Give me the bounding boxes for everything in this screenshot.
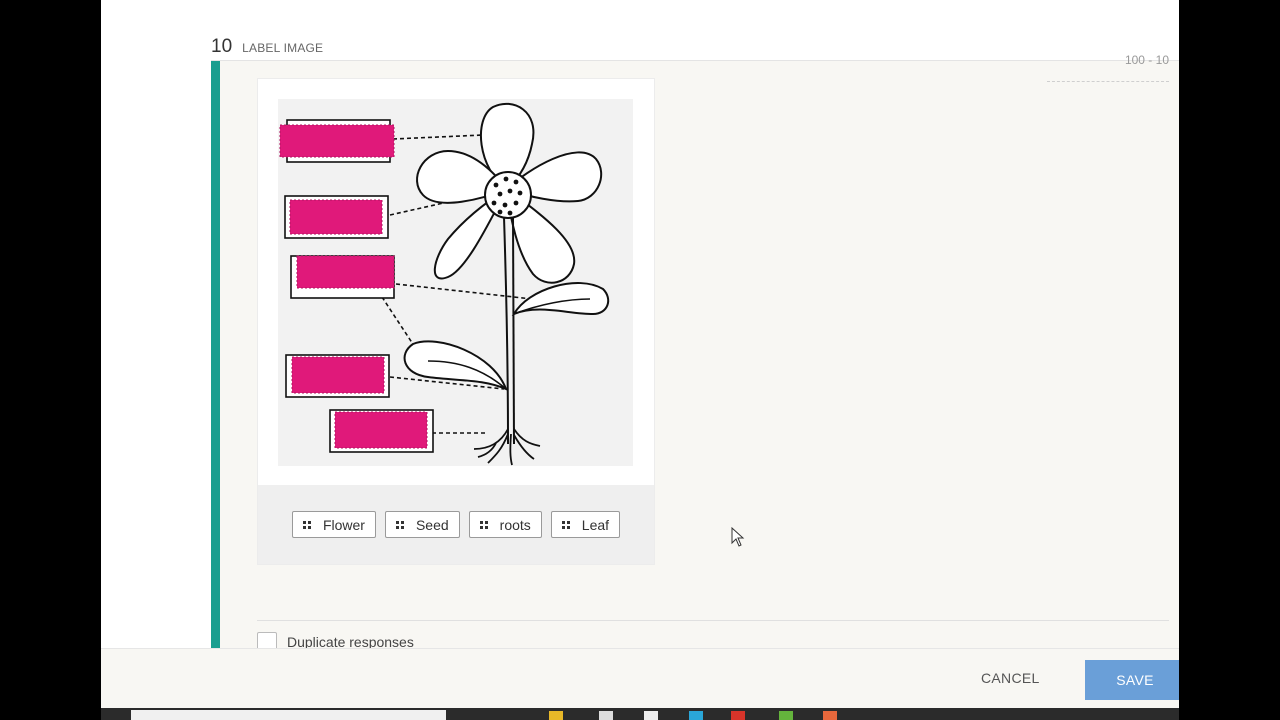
drop-zone-2[interactable] [290, 200, 382, 234]
app-icon[interactable] [599, 711, 613, 720]
os-taskbar [101, 708, 1179, 720]
editor-footer: CANCEL SAVE [101, 648, 1179, 708]
response-label: Flower [322, 516, 365, 533]
drop-zone-4[interactable] [292, 357, 384, 393]
file-explorer-icon[interactable] [549, 711, 563, 720]
accent-bar [211, 61, 220, 648]
response-chip-flower[interactable]: Flower [291, 511, 376, 538]
edge-icon[interactable] [689, 711, 703, 720]
drop-zone-5[interactable] [335, 412, 427, 448]
response-chip-roots[interactable]: roots [468, 511, 542, 538]
drag-handle-icon [479, 520, 488, 529]
question-number: 10 [211, 36, 233, 57]
cancel-button[interactable]: CANCEL [981, 670, 1040, 686]
options-divider [257, 620, 1169, 621]
question-editor: 10 LABEL IMAGE 100 - 10 Flower Seed root… [101, 0, 1179, 708]
dotted-separator [1047, 81, 1169, 82]
drop-zone-3[interactable] [297, 256, 394, 288]
right-black-border [1179, 0, 1280, 720]
left-black-border [0, 0, 101, 720]
points-readout: 100 - 10 [1124, 53, 1169, 67]
drag-handle-icon [561, 520, 570, 529]
taskbar-search[interactable] [131, 710, 446, 720]
app-icon[interactable] [779, 711, 793, 720]
response-chip-leaf[interactable]: Leaf [550, 511, 621, 538]
drag-handle-icon [302, 520, 311, 529]
drag-handle-icon [395, 520, 404, 529]
response-tray: Flower Seed roots Leaf [258, 485, 654, 564]
app-icon[interactable] [644, 711, 658, 720]
label-image-card: Flower Seed roots Leaf [257, 78, 655, 565]
question-body: 100 - 10 Flower Seed roots Leaf Duplicat… [211, 53, 1179, 652]
save-button[interactable]: SAVE [1085, 660, 1179, 700]
mouse-cursor-icon [731, 527, 745, 547]
question-header: 10 LABEL IMAGE [211, 36, 323, 60]
chrome-icon[interactable] [731, 711, 745, 720]
response-label: Seed [415, 516, 449, 533]
question-type-label: LABEL IMAGE [242, 41, 324, 55]
app-icon[interactable] [823, 711, 837, 720]
response-label: Leaf [581, 516, 610, 533]
response-label: roots [499, 516, 531, 533]
response-chip-seed[interactable]: Seed [384, 511, 460, 538]
drop-zone-1[interactable] [280, 125, 394, 157]
plant-diagram-image [278, 99, 633, 466]
